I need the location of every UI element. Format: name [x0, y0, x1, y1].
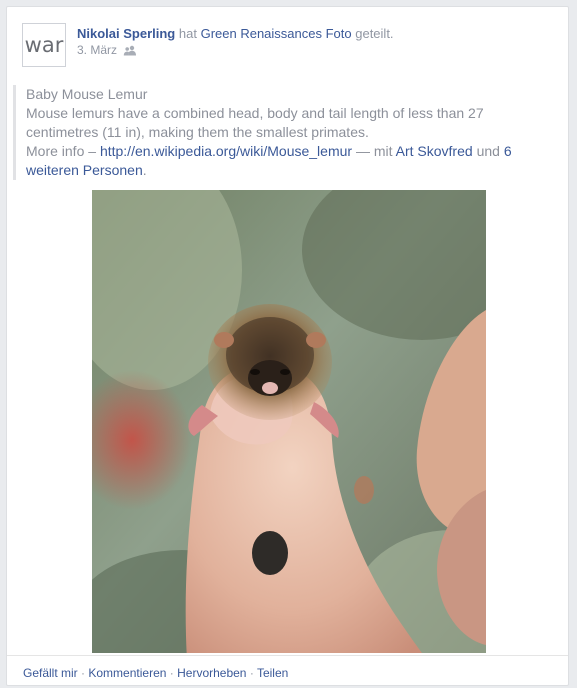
- separator: ·: [249, 666, 254, 680]
- end-punctuation: .: [142, 162, 147, 178]
- mouse-lemur-photo: [92, 190, 486, 653]
- more-info-label: More info –: [26, 143, 97, 159]
- share-link[interactable]: Teilen: [257, 666, 288, 680]
- separator: ·: [169, 666, 174, 680]
- post-body: Mouse lemurs have a combined head, body …: [26, 105, 484, 140]
- post-meta: 3. März: [77, 43, 137, 58]
- post-date[interactable]: 3. März: [77, 43, 117, 58]
- divider: [7, 655, 568, 656]
- post-header: Nikolai Sperling hat Green Renaissances …: [77, 26, 394, 42]
- friends-icon[interactable]: [123, 45, 137, 56]
- tagged-person-link[interactable]: Art Skovfred: [396, 143, 473, 159]
- avatar[interactable]: war: [22, 23, 66, 67]
- highlight-link[interactable]: Hervorheben: [177, 666, 246, 680]
- wikipedia-link[interactable]: http://en.wikipedia.org/wiki/Mouse_lemur: [100, 143, 352, 159]
- post-title: Baby Mouse Lemur: [26, 86, 148, 102]
- and-text: und: [476, 143, 500, 159]
- avatar-text: war: [24, 33, 64, 57]
- author-link[interactable]: Nikolai Sperling: [77, 26, 175, 41]
- post-more-info: More info – http://en.wikipedia.org/wiki…: [26, 142, 553, 180]
- photo-link[interactable]: s Foto: [315, 26, 351, 41]
- comment-link[interactable]: Kommentieren: [88, 666, 166, 680]
- like-link[interactable]: Gefällt mir: [23, 666, 78, 680]
- with-text: — mit: [355, 143, 393, 159]
- shared-text: geteilt.: [355, 26, 394, 41]
- separator: ·: [81, 666, 86, 680]
- post-card: war Nikolai Sperling hat Green Renaissan…: [6, 6, 569, 686]
- post-photo[interactable]: [92, 190, 486, 653]
- post-message: Baby Mouse Lemur Mouse lemurs have a com…: [13, 85, 553, 180]
- page-link[interactable]: Green Renaissance: [201, 26, 316, 41]
- verb-text: hat: [178, 26, 197, 41]
- post-actions: Gefällt mir · Kommentieren · Hervorheben…: [23, 666, 288, 681]
